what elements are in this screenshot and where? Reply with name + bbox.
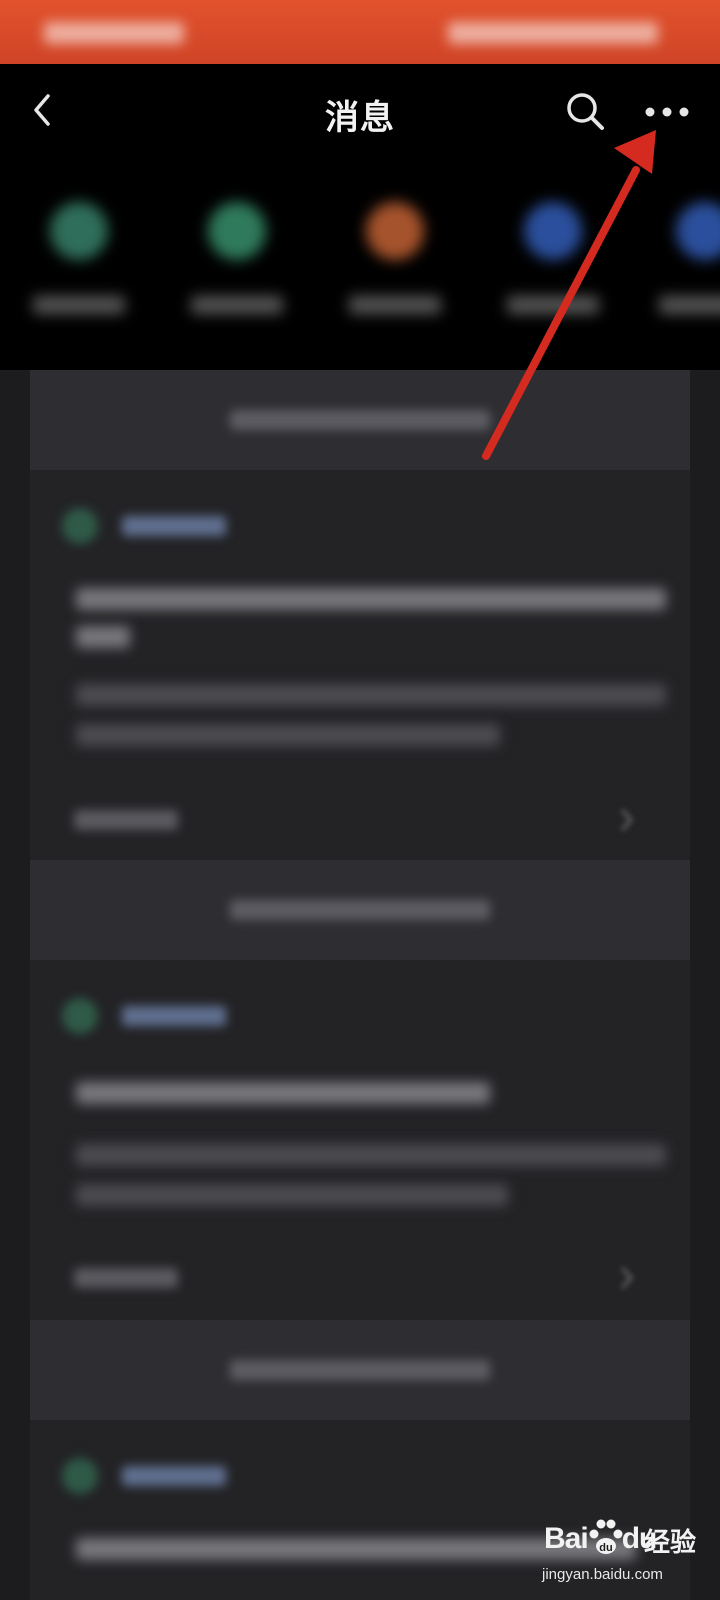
quick-actions-bar [0,160,720,370]
quick-action-1[interactable] [14,190,144,340]
message-body [76,684,666,706]
message-title [76,1082,490,1104]
quick-action-3[interactable] [330,190,460,340]
timestamp-text [230,1360,490,1380]
sender-name [122,1466,226,1486]
avatar [62,998,98,1034]
top-nav-bar: 消息 [0,64,720,160]
watermark-brand-bai: Bai [544,1522,589,1555]
bulb-icon [208,202,266,260]
page-title: 消息 [325,99,395,137]
quick-action-label [191,296,283,314]
message-title [76,626,130,648]
chevron-right-icon [620,1266,634,1290]
chevron-right-icon [620,808,634,832]
view-details-label [74,1268,178,1288]
timestamp-bar [30,370,690,470]
more-dots-icon [645,107,689,117]
timestamp-bar [30,860,690,960]
paw-icon: du [589,1519,623,1554]
sender-name [122,516,226,536]
avatar [62,508,98,544]
message-title [76,588,666,610]
message-sender [60,996,360,1036]
box-icon [366,202,424,260]
message-feed[interactable] [0,370,720,1600]
svg-text:du: du [599,1542,612,1554]
watermark-jingyan: 经验 [644,1528,697,1558]
more-options-button[interactable] [640,88,696,136]
timestamp-text [230,900,490,920]
quick-action-label [33,296,125,314]
person-icon [524,202,582,260]
message-sender [60,506,360,546]
quick-action-4[interactable] [488,190,618,340]
search-button[interactable] [562,88,610,136]
status-bar [0,0,720,64]
quick-action-5[interactable] [640,190,720,340]
message-card[interactable] [30,470,690,860]
timestamp-bar [30,1320,690,1420]
message-card[interactable] [30,960,690,1320]
quick-action-label [659,296,720,314]
view-details-label [74,810,178,830]
search-icon [567,93,604,130]
quick-action-label [349,296,441,314]
timestamp-text [230,410,490,430]
status-bar-right-info [448,22,658,44]
baidu-jingyan-watermark: Bai du du 经验 jingyan.baidu.com [540,1516,710,1590]
circle-icon [676,202,720,260]
circle-icon [50,202,108,260]
quick-action-label [507,296,599,314]
avatar [62,1458,98,1494]
message-body [76,1184,508,1206]
sender-name [122,1006,226,1026]
message-sender [60,1456,360,1496]
message-detail-link[interactable] [30,1238,690,1318]
message-detail-link[interactable] [30,780,690,860]
message-body [76,1144,666,1166]
message-body [76,724,500,746]
status-bar-left-info [44,22,184,44]
watermark-url: jingyan.baidu.com [542,1566,663,1583]
quick-action-2[interactable] [172,190,302,340]
